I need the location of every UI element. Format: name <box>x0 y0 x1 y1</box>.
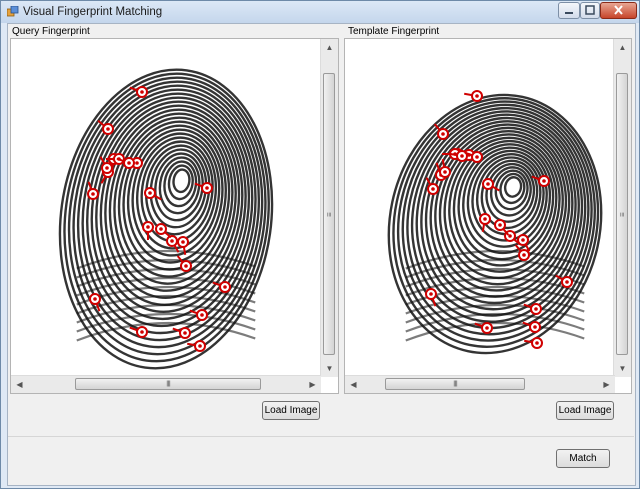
query-panel: Query Fingerprint ▲ ≡ ▼ ◀ III ▶ Load Ima… <box>8 24 339 436</box>
query-scroll-left-icon[interactable]: ◀ <box>11 376 28 393</box>
window-title: Visual Fingerprint Matching <box>23 6 163 18</box>
template-vertical-scrollbar[interactable]: ▲ ≡ ▼ <box>613 39 631 377</box>
query-label: Query Fingerprint <box>12 26 90 37</box>
template-scroll-right-icon[interactable]: ▶ <box>598 376 615 393</box>
query-vertical-scrollbar[interactable]: ▲ ≡ ▼ <box>320 39 338 377</box>
query-load-image-button[interactable]: Load Image <box>262 401 320 420</box>
query-horizontal-scrollbar[interactable]: ◀ III ▶ <box>11 375 321 393</box>
query-minutia-marker <box>142 221 154 240</box>
template-viewport[interactable]: ▲ ≡ ▼ ◀ III ▶ <box>344 38 632 394</box>
query-fingerprint-image <box>58 68 274 370</box>
template-load-image-button[interactable]: Load Image <box>556 401 614 420</box>
template-panel: Template Fingerprint ▲ ≡ ▼ ◀ III ▶ Load … <box>344 24 634 436</box>
maximize-icon <box>585 5 595 15</box>
maximize-button[interactable] <box>580 2 600 19</box>
template-scroll-up-icon[interactable]: ▲ <box>614 39 631 56</box>
query-minutia-marker <box>166 235 180 253</box>
query-minutia-marker <box>172 327 191 339</box>
template-horizontal-scrollbar[interactable]: ◀ III ▶ <box>345 375 615 393</box>
query-scroll-down-icon[interactable]: ▼ <box>321 360 338 377</box>
template-scroll-down-icon[interactable]: ▼ <box>614 360 631 377</box>
query-minutia-marker <box>129 326 148 338</box>
template-vertical-thumb[interactable]: ≡ <box>616 73 628 355</box>
close-button[interactable] <box>600 2 637 19</box>
template-label: Template Fingerprint <box>348 26 440 37</box>
query-scroll-up-icon[interactable]: ▲ <box>321 39 338 56</box>
title-bar[interactable]: Visual Fingerprint Matching <box>1 1 639 23</box>
query-horizontal-thumb[interactable]: III <box>75 378 261 390</box>
app-window: Visual Fingerprint Matching Query Finger… <box>0 0 640 489</box>
close-icon <box>614 5 623 15</box>
template-horizontal-thumb[interactable]: III <box>385 378 525 390</box>
query-viewport[interactable]: ▲ ≡ ▼ ◀ III ▶ <box>10 38 339 394</box>
query-vertical-thumb[interactable]: ≡ <box>323 73 335 355</box>
query-grip: III <box>166 379 171 389</box>
minimize-icon <box>565 12 573 14</box>
query-scroll-right-icon[interactable]: ▶ <box>304 376 321 393</box>
template-minutia-marker <box>464 90 483 102</box>
app-icon <box>7 6 19 17</box>
template-fingerprint-image <box>387 90 603 355</box>
template-grip: III <box>453 379 458 389</box>
query-ridges <box>58 68 274 370</box>
match-button[interactable]: Match <box>556 449 610 468</box>
divider <box>8 436 634 437</box>
minimize-button[interactable] <box>558 2 580 19</box>
main-area: Query Fingerprint ▲ ≡ ▼ ◀ III ▶ Load Ima… <box>7 23 636 486</box>
template-scroll-left-icon[interactable]: ◀ <box>345 376 362 393</box>
